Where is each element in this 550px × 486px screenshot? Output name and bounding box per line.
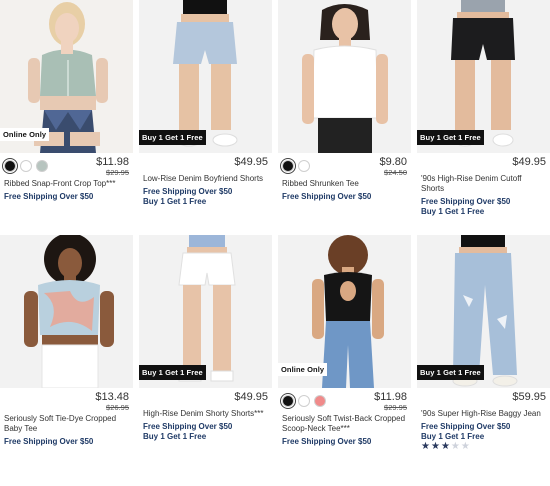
sale-price: $11.98	[96, 156, 129, 168]
original-price: $29.95	[384, 403, 407, 412]
bogo-promo: Buy 1 Get 1 Free	[421, 206, 485, 216]
color-swatch-sage[interactable]	[36, 160, 48, 172]
free-shipping-promo: Free Shipping Over $50	[4, 192, 94, 201]
product-name[interactable]: Ribbed Snap-Front Crop Top***	[0, 179, 133, 189]
star-empty-icon: ★	[450, 441, 461, 452]
color-swatch-white[interactable]	[298, 160, 310, 172]
color-swatches	[4, 160, 48, 172]
product-name[interactable]: '90s High-Rise Denim Cutoff Shorts	[417, 174, 550, 194]
free-shipping-promo: Free Shipping Over $50	[421, 422, 511, 431]
promo-badge: Buy 1 Get 1 Free	[139, 365, 206, 380]
original-price: $29.95	[106, 168, 129, 177]
product-name[interactable]: Ribbed Shrunken Tee	[278, 179, 411, 189]
color-swatch-white[interactable]	[298, 395, 310, 407]
online-only-badge: Online Only	[0, 128, 50, 141]
bogo-promo: Buy 1 Get 1 Free	[143, 196, 207, 206]
product-image[interactable]	[0, 235, 133, 388]
sale-price: $9.80	[379, 156, 407, 168]
color-swatch-black[interactable]	[282, 160, 294, 172]
free-shipping-promo: Free Shipping Over $50	[143, 422, 233, 431]
product-image[interactable]: Buy 1 Get 1 Free	[417, 0, 550, 153]
product-card[interactable]: Buy 1 Get 1 Free $49.95 Low-Rise Denim B…	[139, 0, 272, 251]
price: $49.95	[512, 156, 546, 168]
promo-badge: Buy 1 Get 1 Free	[417, 130, 484, 145]
star-icon: ★	[430, 441, 441, 452]
product-name[interactable]: Seriously Soft Tie-Dye Cropped Baby Tee	[0, 414, 133, 434]
price: $59.95	[512, 391, 546, 403]
product-name[interactable]: Seriously Soft Twist-Back Cropped Scoop-…	[278, 414, 411, 434]
original-price: $26.95	[106, 403, 129, 412]
promo-badge: Buy 1 Get 1 Free	[139, 130, 206, 145]
star-empty-icon: ★	[460, 441, 471, 452]
color-swatch-black[interactable]	[282, 395, 294, 407]
bogo-promo: Buy 1 Get 1 Free	[421, 431, 485, 441]
promo-badge: Buy 1 Get 1 Free	[417, 365, 484, 380]
product-image[interactable]: Buy 1 Get 1 Free	[139, 0, 272, 153]
original-price: $24.50	[384, 168, 407, 177]
bogo-promo: Buy 1 Get 1 Free	[143, 431, 207, 441]
color-swatches	[282, 395, 326, 407]
product-image[interactable]: Online Only	[278, 235, 411, 388]
rating-stars: ★★★★★	[417, 441, 550, 452]
product-grid: Online Only $11.98 $29.95 Ribbed Snap-Fr…	[0, 0, 550, 452]
star-icon: ★	[440, 441, 451, 452]
color-swatch-white[interactable]	[20, 160, 32, 172]
product-name[interactable]: Low-Rise Denim Boyfriend Shorts	[139, 174, 272, 184]
product-card[interactable]: Buy 1 Get 1 Free $59.95 '90s Super High-…	[417, 235, 550, 486]
product-card[interactable]: $13.48 $26.95 Seriously Soft Tie-Dye Cro…	[0, 235, 133, 486]
online-only-badge: Online Only	[278, 363, 328, 376]
free-shipping-promo: Free Shipping Over $50	[4, 437, 94, 446]
free-shipping-promo: Free Shipping Over $50	[282, 437, 372, 446]
product-name[interactable]: High-Rise Denim Shorty Shorts***	[139, 409, 272, 419]
free-shipping-promo: Free Shipping Over $50	[421, 197, 511, 206]
free-shipping-promo: Free Shipping Over $50	[282, 192, 372, 201]
color-swatch-pink[interactable]	[314, 395, 326, 407]
price: $49.95	[234, 156, 268, 168]
product-image[interactable]	[278, 0, 411, 153]
product-image[interactable]: Online Only	[0, 0, 133, 153]
product-card[interactable]: Buy 1 Get 1 Free $49.95 High-Rise Denim …	[139, 235, 272, 486]
product-card[interactable]: Buy 1 Get 1 Free $49.95 '90s High-Rise D…	[417, 0, 550, 251]
product-image[interactable]: Buy 1 Get 1 Free	[417, 235, 550, 388]
free-shipping-promo: Free Shipping Over $50	[143, 187, 233, 196]
color-swatches	[282, 160, 310, 172]
product-card[interactable]: $9.80 $24.50 Ribbed Shrunken Tee Free Sh…	[278, 0, 411, 251]
price: $49.95	[234, 391, 268, 403]
color-swatch-black[interactable]	[4, 160, 16, 172]
product-card[interactable]: Online Only $11.98 $29.95 Ribbed Snap-Fr…	[0, 0, 133, 251]
star-icon: ★	[421, 441, 431, 452]
product-name[interactable]: '90s Super High-Rise Baggy Jean	[417, 409, 550, 419]
product-image[interactable]: Buy 1 Get 1 Free	[139, 235, 272, 388]
sale-price: $13.48	[95, 391, 129, 403]
product-card[interactable]: Online Only $11.98 $29.95 Seriously Soft…	[278, 235, 411, 486]
sale-price: $11.98	[374, 391, 407, 403]
